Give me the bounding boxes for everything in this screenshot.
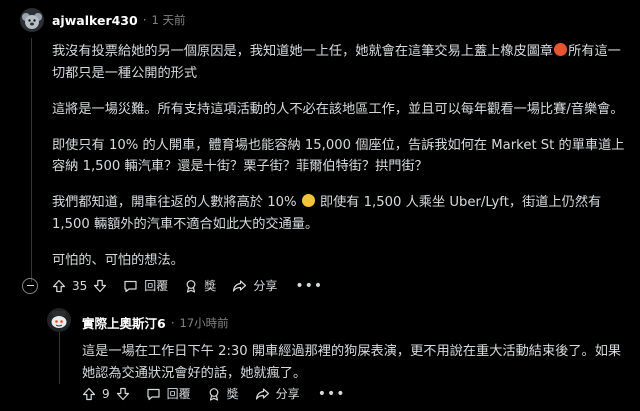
- reply-actions: 9 回覆 獎 分享 •••: [82, 385, 345, 402]
- reply-label: 回覆: [144, 279, 169, 293]
- award-button[interactable]: 獎: [207, 385, 239, 402]
- share-icon: [233, 279, 247, 292]
- award-icon: [186, 279, 196, 293]
- meta-separator: ·: [170, 315, 175, 330]
- reply-timestamp[interactable]: 17小時前: [180, 315, 229, 331]
- vote-count: 9: [102, 386, 110, 401]
- more-options-icon[interactable]: •••: [295, 278, 323, 294]
- upvote-icon[interactable]: [52, 279, 66, 293]
- award-button[interactable]: 獎: [184, 277, 216, 294]
- comment-paragraph: 我沒有投票給她的另一個原因是，我知道她一上任，她就會在這筆交易上蓋上橡皮圖章 所有…: [52, 43, 621, 81]
- downvote-icon[interactable]: [93, 279, 107, 293]
- reply-thread-line[interactable]: [59, 330, 60, 384]
- reply-meta: 實際上奧斯汀6 · 17小時前: [82, 313, 229, 332]
- share-button[interactable]: 分享: [255, 385, 300, 402]
- collapse-thread-button[interactable]: [22, 277, 38, 294]
- koala-avatar-icon: [20, 8, 44, 32]
- comment-timestamp[interactable]: 1 天前: [152, 12, 186, 28]
- award-label: 獎: [204, 279, 217, 293]
- angry-face-icon: [554, 43, 568, 56]
- award-icon: [209, 387, 219, 401]
- share-button[interactable]: 分享: [232, 277, 277, 294]
- avatar[interactable]: [20, 8, 44, 32]
- comment-paragraph: 這將是一場災難。所有支持這項活動的人不必在該地區工作，並且可以每年觀看一場比賽/…: [52, 101, 624, 117]
- award-label: 獎: [226, 387, 239, 401]
- share-label: 分享: [253, 279, 278, 293]
- upvote-icon[interactable]: [82, 387, 96, 401]
- comment-paragraph: 即使只有 10% 的人開車，體育場也能容納 15,000 個座位，告訴我如何在 …: [52, 137, 625, 175]
- share-label: 分享: [275, 387, 300, 401]
- thread-line[interactable]: [31, 38, 32, 282]
- meta-separator: ·: [142, 13, 147, 27]
- reply-avatar[interactable]: [47, 308, 71, 332]
- comment-meta: ajwalker430 · 1 天前: [52, 12, 186, 28]
- minus-icon: [26, 284, 34, 287]
- comment-paragraph: 我們都知道，開車往返的人數將高於 10% 即使有 1,500 人乘坐 Uber/…: [52, 194, 602, 232]
- comment-username[interactable]: ajwalker430: [52, 13, 138, 28]
- comment-actions: 35 回覆 獎 分享 •••: [22, 277, 323, 294]
- reply-paragraph: 這是一場在工作日下午 2:30 開車經過那裡的狗屎表演，更不用說在重大活動結束後…: [82, 344, 622, 381]
- vote-group: 9: [82, 387, 130, 401]
- downvote-icon[interactable]: [116, 387, 130, 401]
- grimacing-face-icon: [301, 194, 315, 207]
- vote-group: 35: [52, 279, 107, 293]
- comment-paragraph: 可怕的、可怕的想法。: [52, 252, 184, 268]
- vote-count: 35: [72, 278, 88, 293]
- reply-username[interactable]: 實際上奧斯汀6: [82, 313, 166, 332]
- reply-body: 這是一場在工作日下午 2:30 開車經過那裡的狗屎表演，更不用說在重大活動結束後…: [82, 341, 634, 384]
- more-options-icon[interactable]: •••: [318, 386, 346, 402]
- snoo-avatar-icon: [47, 308, 71, 332]
- reply-label: 回覆: [166, 387, 191, 401]
- share-icon: [255, 387, 269, 400]
- reply-button[interactable]: 回覆: [123, 277, 168, 294]
- comment-bubble-icon: [147, 388, 160, 400]
- comment-body: 我沒有投票給她的另一個原因是，我知道她一上任，她就會在這筆交易上蓋上橡皮圖章 所有…: [52, 41, 632, 286]
- reply-button[interactable]: 回覆: [146, 385, 191, 402]
- comment-bubble-icon: [124, 280, 137, 292]
